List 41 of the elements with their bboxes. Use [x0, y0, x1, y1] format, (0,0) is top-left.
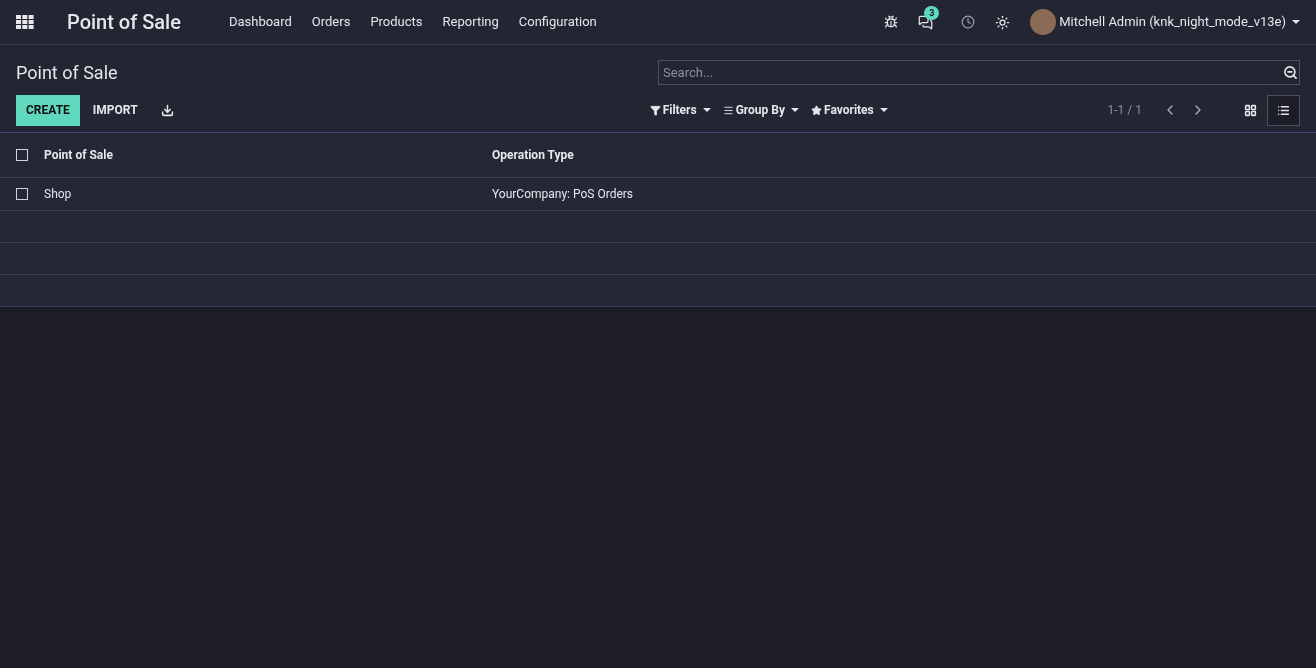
table-cell: Shop [44, 187, 72, 201]
caret-icon [879, 108, 888, 112]
list-icon [1277, 103, 1290, 117]
search-icon[interactable] [1283, 65, 1298, 80]
checkbox[interactable] [16, 149, 28, 161]
caret-icon [1292, 20, 1300, 24]
user-avatar [1030, 9, 1057, 35]
column-header[interactable]: Operation Type [492, 148, 574, 162]
pager-value[interactable]: 1-1 / 1 [1107, 101, 1142, 119]
search-field[interactable]: Search... [658, 60, 1300, 85]
create-button[interactable]: CREATE [16, 94, 80, 126]
sun-icon[interactable] [995, 14, 1011, 30]
menu-link[interactable]: Dashboard [228, 12, 292, 32]
checkbox[interactable] [16, 188, 28, 200]
grid-icon [1244, 103, 1257, 117]
app-title: Point of Sale [67, 9, 181, 36]
bug-icon[interactable] [884, 15, 899, 29]
caret-icon [791, 108, 799, 112]
download-icon[interactable] [160, 103, 174, 117]
messages-icon[interactable] [918, 14, 934, 30]
user-menu[interactable]: Mitchell Admin (knk_night_mode_v13e) [1059, 12, 1300, 32]
filter-icon [649, 104, 661, 116]
message-count-badge: 3 [924, 5, 940, 20]
menu-link[interactable]: Products [370, 12, 423, 32]
favorite-icon [811, 104, 822, 116]
view-switch-button[interactable] [1267, 94, 1300, 126]
caret-icon [702, 108, 711, 112]
import-button[interactable]: IMPORT [79, 94, 151, 126]
menu-link[interactable]: Reporting [442, 12, 499, 32]
group-icon [722, 104, 734, 116]
search-option-dropdown[interactable]: Filters [649, 101, 711, 119]
menu-link[interactable]: Orders [311, 12, 351, 32]
page-title: Point of Sale [16, 61, 119, 85]
table-cell: YourCompany: PoS Orders [492, 187, 634, 201]
search-option-dropdown[interactable]: Group By [722, 101, 799, 119]
clock-icon[interactable] [961, 15, 976, 29]
search-option-dropdown[interactable]: Favorites [811, 101, 888, 119]
apps-grid-icon[interactable] [16, 15, 34, 29]
table-row[interactable]: Shop YourCompany: PoS Orders [0, 178, 1316, 211]
column-header[interactable]: Point of Sale [44, 148, 113, 162]
menu-link[interactable]: Configuration [518, 12, 597, 32]
